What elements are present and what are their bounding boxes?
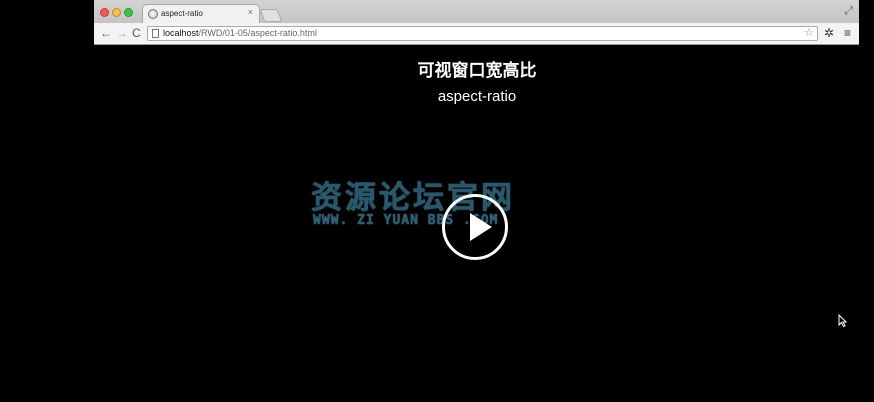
url-host: localhost: [163, 28, 199, 38]
play-button[interactable]: [442, 194, 508, 260]
reload-icon[interactable]: C: [132, 26, 141, 40]
close-window-icon[interactable]: [100, 8, 109, 17]
page-title: 可视窗口宽高比: [417, 61, 537, 81]
forward-icon[interactable]: →: [116, 26, 128, 40]
tab-close-icon[interactable]: ×: [248, 8, 253, 17]
favicon-icon: [148, 9, 158, 19]
url-path: /RWD/01-05/aspect-ratio.html: [198, 28, 317, 38]
fullscreen-icon[interactable]: ⤢: [844, 5, 853, 18]
wrench-icon[interactable]: ✲: [824, 26, 834, 40]
bookmark-star-icon[interactable]: ☆: [804, 27, 814, 40]
tab-aspect-ratio[interactable]: aspect-ratio ×: [142, 4, 260, 23]
tab-strip: aspect-ratio × ⤢: [94, 0, 859, 23]
minimize-window-icon[interactable]: [112, 8, 121, 17]
play-icon: [470, 213, 492, 241]
menu-icon[interactable]: ≡: [844, 26, 851, 40]
toolbar: ← → C localhost/RWD/01-05/aspect-ratio.h…: [94, 23, 859, 44]
page-subtitle: aspect-ratio: [437, 88, 517, 105]
tab-title: aspect-ratio: [161, 9, 203, 18]
back-icon[interactable]: ←: [100, 26, 112, 40]
mouse-cursor-icon: [838, 314, 847, 327]
new-tab-button[interactable]: [259, 9, 283, 22]
address-bar[interactable]: localhost/RWD/01-05/aspect-ratio.html ☆: [147, 26, 818, 41]
page-icon: [152, 29, 159, 38]
browser-window: aspect-ratio × ⤢ ← → C localhost/RWD/01-…: [94, 0, 859, 45]
url-text[interactable]: localhost/RWD/01-05/aspect-ratio.html: [163, 28, 317, 38]
maximize-window-icon[interactable]: [124, 8, 133, 17]
